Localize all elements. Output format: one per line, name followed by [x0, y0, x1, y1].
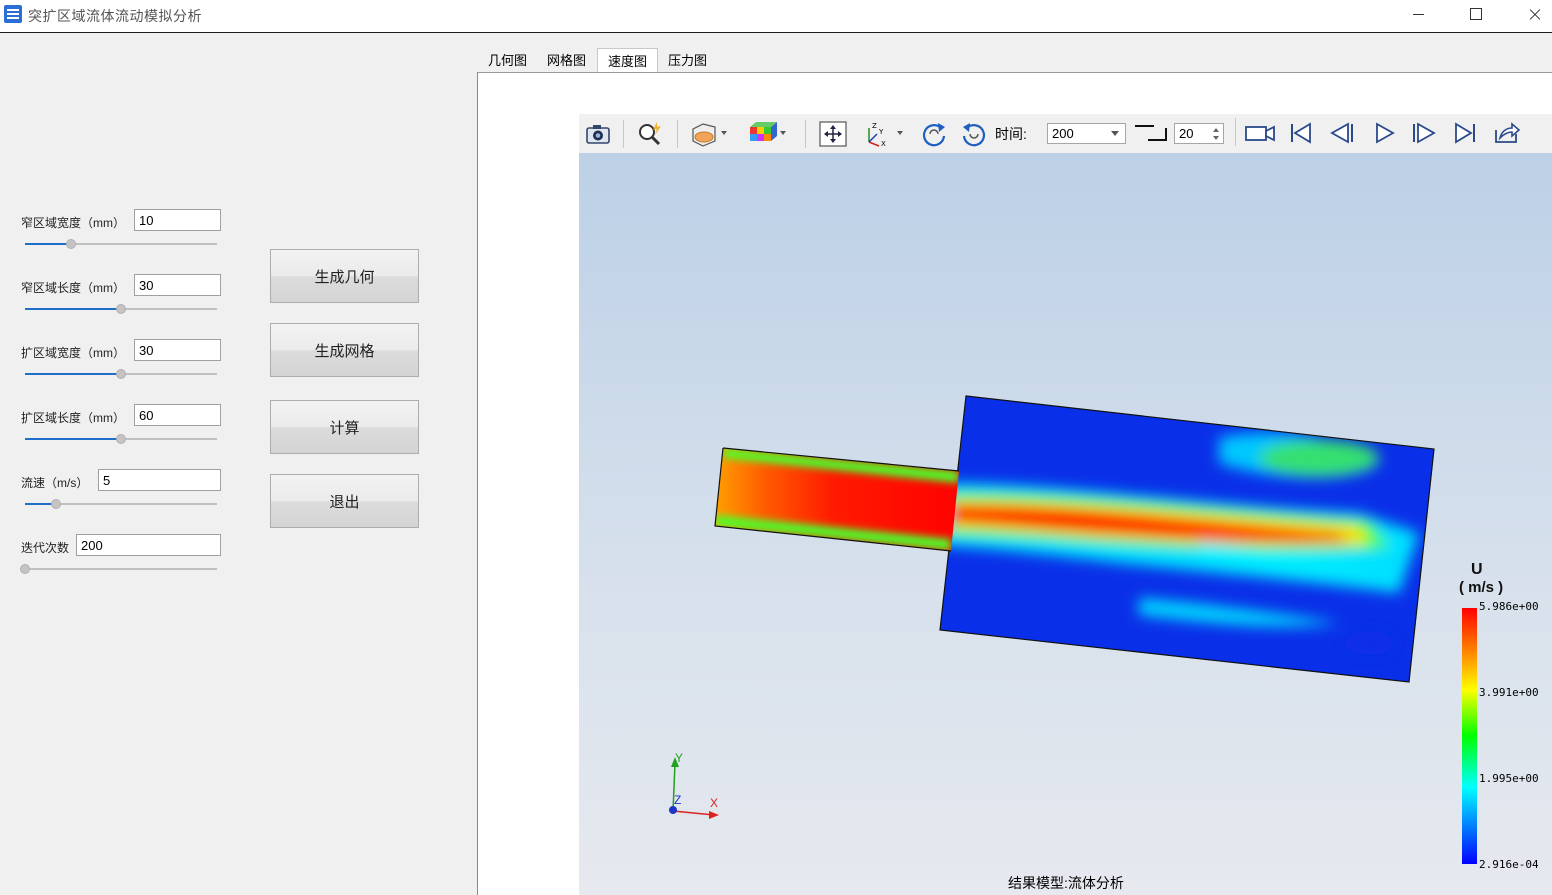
- slice-icon[interactable]: [689, 119, 729, 149]
- axis-x-label: X: [710, 796, 719, 810]
- wide-width-input[interactable]: [134, 339, 221, 361]
- window-title: 突扩区域流体流动模拟分析: [28, 8, 202, 24]
- velocity-input[interactable]: [98, 469, 221, 491]
- tab-geometry[interactable]: 几何图: [478, 48, 537, 72]
- svg-text:Z: Z: [872, 122, 877, 130]
- param-wide-length: 扩区域长度（mm）: [21, 404, 231, 474]
- next-frame-icon[interactable]: [1410, 118, 1438, 148]
- time-label: 时间:: [995, 126, 1027, 142]
- toolbar-separator: [1235, 118, 1236, 146]
- rotate-ccw-icon[interactable]: [959, 119, 989, 149]
- chevron-down-icon: [1111, 131, 1119, 136]
- wide-region: [940, 396, 1434, 682]
- param-label: 流速（m/s）: [21, 476, 89, 490]
- tab-underline: [478, 72, 1552, 73]
- color-cube-icon[interactable]: [747, 119, 787, 149]
- maximize-button[interactable]: [1452, 0, 1498, 32]
- legend-value-2: 3.991e+00: [1479, 686, 1539, 699]
- svg-text:Y: Y: [878, 128, 884, 136]
- rotate-cw-icon[interactable]: [919, 119, 949, 149]
- time-select-value: 200: [1052, 126, 1074, 141]
- legend-min: 2.916e-04: [1479, 858, 1539, 871]
- time-select[interactable]: 200: [1047, 123, 1126, 144]
- spin-down-icon[interactable]: [1213, 136, 1219, 140]
- step-spinbox[interactable]: 20: [1174, 123, 1224, 144]
- iterations-slider[interactable]: [20, 564, 217, 574]
- param-label: 扩区域长度（mm）: [21, 411, 125, 425]
- prev-frame-icon[interactable]: [1328, 118, 1356, 148]
- compute-button[interactable]: 计算: [270, 400, 419, 454]
- tab-pressure[interactable]: 压力图: [658, 48, 717, 72]
- legend-value-3: 1.995e+00: [1479, 772, 1539, 785]
- generate-geometry-button[interactable]: 生成几何: [270, 249, 419, 303]
- zoom-icon[interactable]: [635, 119, 665, 149]
- title-bar: 突扩区域流体流动模拟分析: [0, 0, 1552, 33]
- spin-up-icon[interactable]: [1213, 128, 1219, 132]
- close-button[interactable]: [1510, 0, 1552, 32]
- exit-button[interactable]: 退出: [270, 474, 419, 528]
- narrow-region: [715, 448, 959, 551]
- wide-length-slider[interactable]: [25, 434, 217, 444]
- legend-unit: ( m/s ): [1459, 579, 1504, 596]
- step-icon: [1134, 124, 1168, 142]
- toolbar-separator: [623, 120, 624, 148]
- iterations-input[interactable]: [76, 534, 221, 556]
- result-caption: 结果模型:流体分析: [1008, 875, 1124, 891]
- narrow-length-slider[interactable]: [25, 304, 217, 314]
- minimize-button[interactable]: [1395, 0, 1441, 32]
- toolbar-separator: [805, 120, 806, 148]
- narrow-width-slider[interactable]: [25, 239, 217, 249]
- param-wide-width: 扩区域宽度（mm）: [21, 339, 231, 409]
- 3d-viewport[interactable]: Y Z X: [579, 153, 1552, 895]
- tab-velocity[interactable]: 速度图: [597, 48, 659, 73]
- param-label: 扩区域宽度（mm）: [21, 346, 125, 360]
- axis-y-label: Y: [675, 751, 684, 765]
- generate-mesh-button[interactable]: 生成网格: [270, 323, 419, 377]
- record-icon[interactable]: [1243, 118, 1277, 148]
- step-value: 20: [1179, 126, 1194, 141]
- narrow-width-input[interactable]: [134, 209, 221, 231]
- svg-text:X: X: [881, 140, 886, 148]
- param-velocity: 流速（m/s）: [21, 469, 231, 539]
- param-label: 窄区域宽度（mm）: [21, 216, 125, 230]
- play-icon[interactable]: [1372, 118, 1398, 148]
- first-frame-icon[interactable]: [1288, 118, 1314, 148]
- param-label: 窄区域长度（mm）: [21, 281, 125, 295]
- panel-divider: [477, 72, 478, 895]
- camera-icon[interactable]: [583, 119, 613, 149]
- fit-view-icon[interactable]: [817, 119, 849, 149]
- param-narrow-width: 窄区域宽度（mm）: [21, 209, 231, 279]
- param-iterations: 迭代次数: [20, 534, 231, 604]
- legend-title: U: [1471, 561, 1483, 578]
- toolbar-separator: [677, 120, 678, 148]
- export-icon[interactable]: [1492, 118, 1522, 148]
- tab-mesh[interactable]: 网格图: [537, 48, 596, 72]
- velocity-slider[interactable]: [25, 499, 217, 509]
- axis-z-label: Z: [674, 793, 682, 807]
- color-legend-bar: [1462, 608, 1477, 864]
- narrow-length-input[interactable]: [134, 274, 221, 296]
- legend-max: 5.986e+00: [1479, 600, 1539, 613]
- last-frame-icon[interactable]: [1452, 118, 1478, 148]
- wide-width-slider[interactable]: [25, 369, 217, 379]
- param-label: 迭代次数: [21, 541, 70, 555]
- app-icon: [4, 5, 22, 23]
- velocity-contour-plot: [669, 395, 1435, 819]
- param-narrow-length: 窄区域长度（mm）: [21, 274, 231, 344]
- axes-icon[interactable]: ZYX: [861, 119, 907, 149]
- wide-length-input[interactable]: [134, 404, 221, 426]
